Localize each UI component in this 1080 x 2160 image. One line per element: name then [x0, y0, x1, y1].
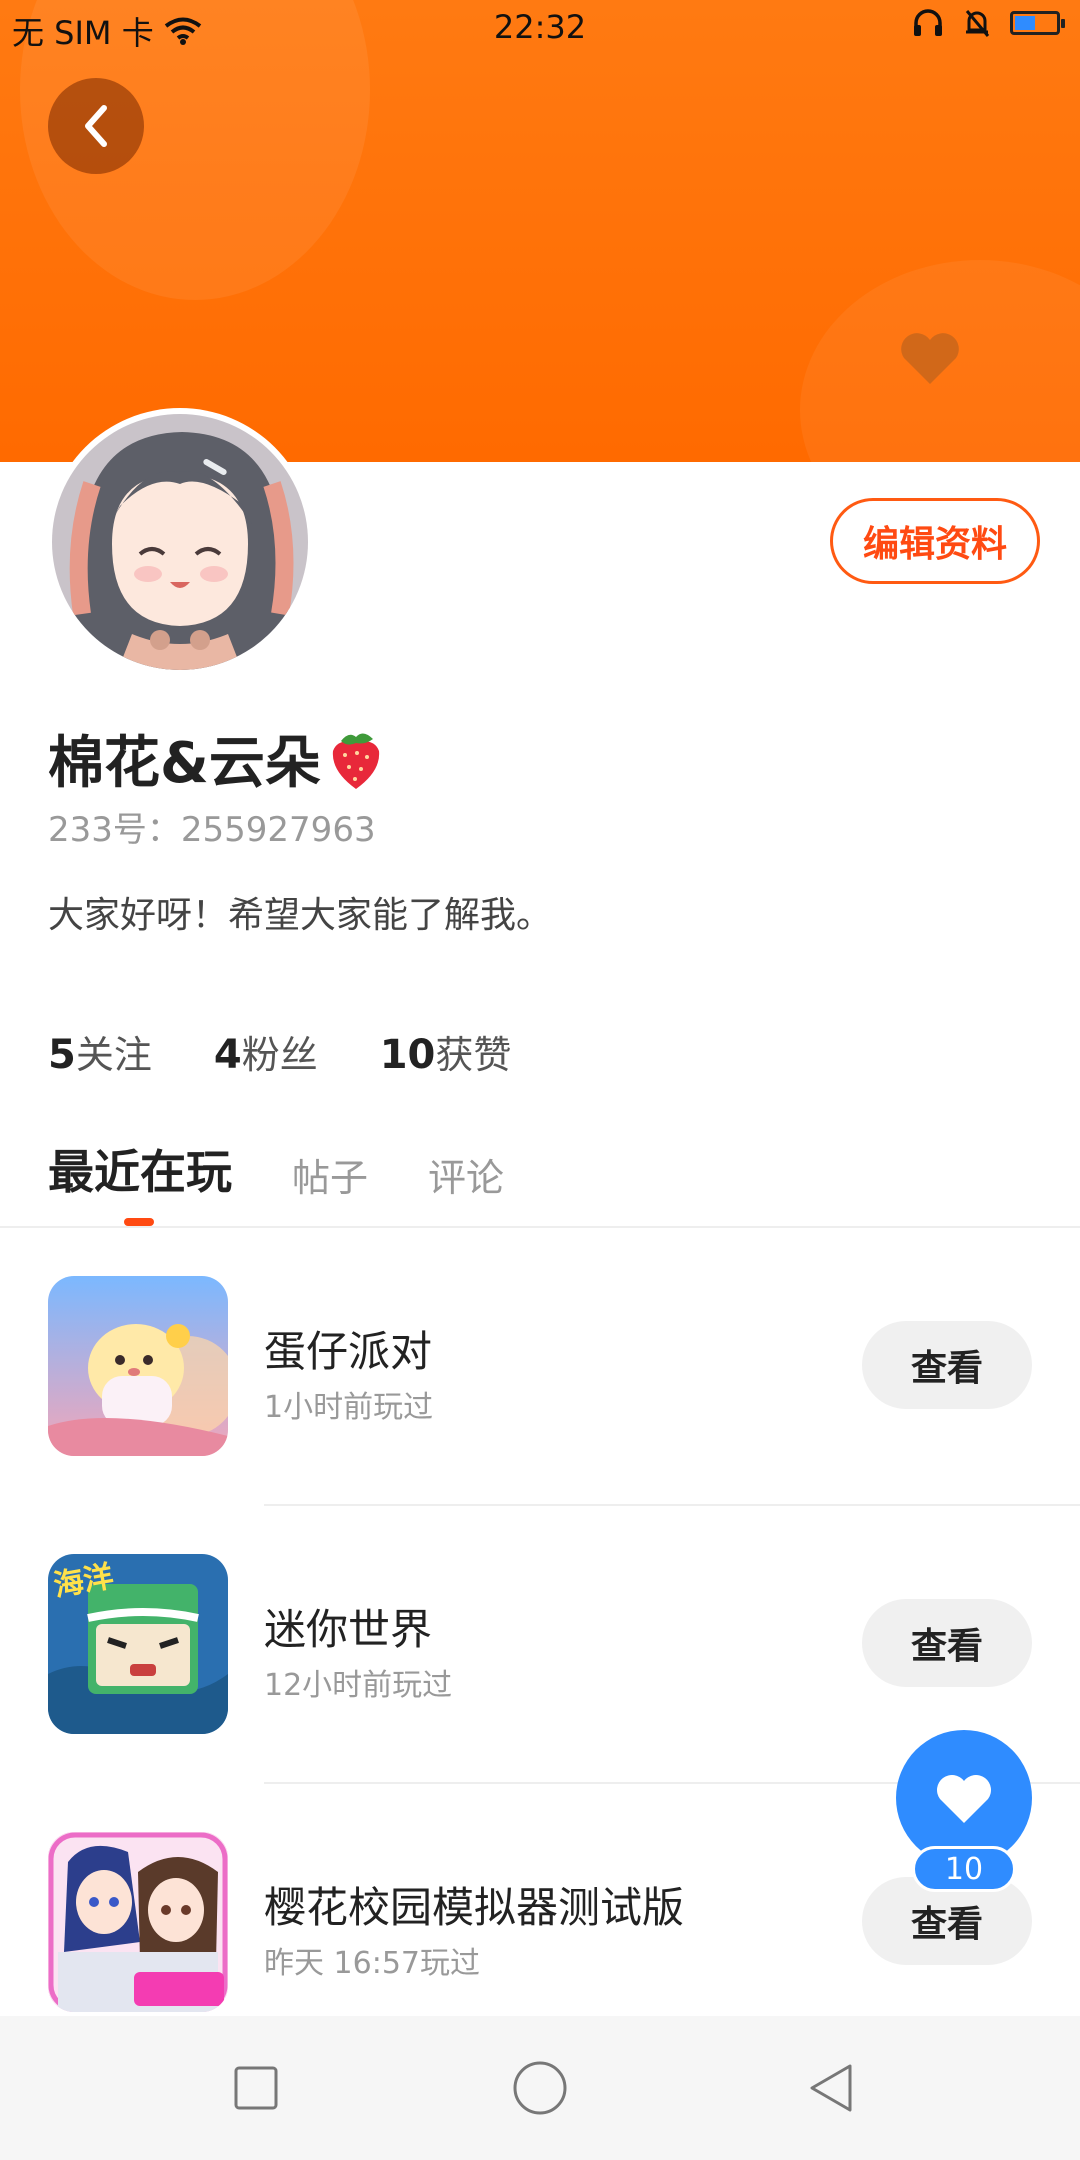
stat-followers[interactable]: 4粉丝 [214, 1024, 318, 1079]
nickname: 棉花&云朵 [48, 718, 385, 799]
view-game-button[interactable]: 查看 [862, 1599, 1032, 1687]
avatar-image [52, 414, 308, 670]
stat-likes[interactable]: 10获赞 [380, 1024, 512, 1079]
strawberry-icon [332, 732, 379, 789]
heart-decoration-icon [901, 333, 959, 384]
game-last-played: 1小时前玩过 [264, 1390, 434, 1425]
game-last-played: 昨天 16:57玩过 [264, 1946, 480, 1981]
status-bar: 无 SIM 卡 22:32 [0, 0, 1080, 56]
mini-world-icon: 海洋 [48, 1554, 228, 1734]
nickname-text: 棉花&云朵 [48, 731, 321, 796]
like-count-badge: 10 [912, 1846, 1016, 1892]
system-nav-bar [0, 2016, 1080, 2160]
chevron-left-icon [85, 105, 107, 147]
wifi-icon [164, 17, 201, 45]
headphones-icon [914, 9, 942, 36]
square-icon [234, 2066, 278, 2110]
stat-following[interactable]: 5关注 [48, 1024, 152, 1079]
circle-icon [513, 2061, 567, 2115]
sakura-school-icon [48, 1832, 228, 2012]
tab-recently-played[interactable]: 最近在玩 [48, 1136, 232, 1202]
divider [0, 1226, 1080, 1228]
mute-icon [965, 10, 990, 37]
profile-tabs: 最近在玩 帖子 评论 [48, 1136, 504, 1202]
battery-icon [1010, 11, 1065, 35]
home-button[interactable] [508, 2056, 572, 2120]
bio-text: 大家好呀！希望大家能了解我。 [48, 895, 553, 936]
edit-profile-button[interactable]: 编辑资料 [830, 498, 1040, 584]
active-tab-indicator [124, 1218, 154, 1226]
heart-icon [937, 1775, 991, 1823]
list-item[interactable]: 蛋仔派对 1小时前玩过 查看 [0, 1276, 1080, 1456]
avatar[interactable] [52, 414, 308, 670]
tab-comments[interactable]: 评论 [428, 1147, 504, 1202]
game-last-played: 12小时前玩过 [264, 1668, 453, 1703]
back-nav-button[interactable] [798, 2056, 862, 2120]
game-title: 蛋仔派对 [264, 1327, 433, 1376]
triangle-back-icon [810, 2064, 852, 2112]
divider [264, 1504, 1080, 1506]
user-id: 233号：255927963 [48, 810, 376, 850]
egg-party-icon [48, 1276, 228, 1456]
view-game-button[interactable]: 查看 [862, 1321, 1032, 1409]
tab-posts[interactable]: 帖子 [292, 1147, 368, 1202]
profile-header-banner: 无 SIM 卡 22:32 [0, 0, 1080, 462]
game-title: 樱花校园模拟器测试版 [264, 1883, 685, 1932]
list-item[interactable]: 海洋 迷你世界 12小时前玩过 查看 [0, 1554, 1080, 1734]
recent-apps-button[interactable] [224, 2056, 288, 2120]
carrier-text: 无 SIM 卡 [12, 14, 154, 52]
profile-stats: 5关注 4粉丝 10获赞 [48, 1024, 511, 1079]
back-button[interactable] [48, 78, 144, 174]
game-title: 迷你世界 [264, 1605, 433, 1654]
